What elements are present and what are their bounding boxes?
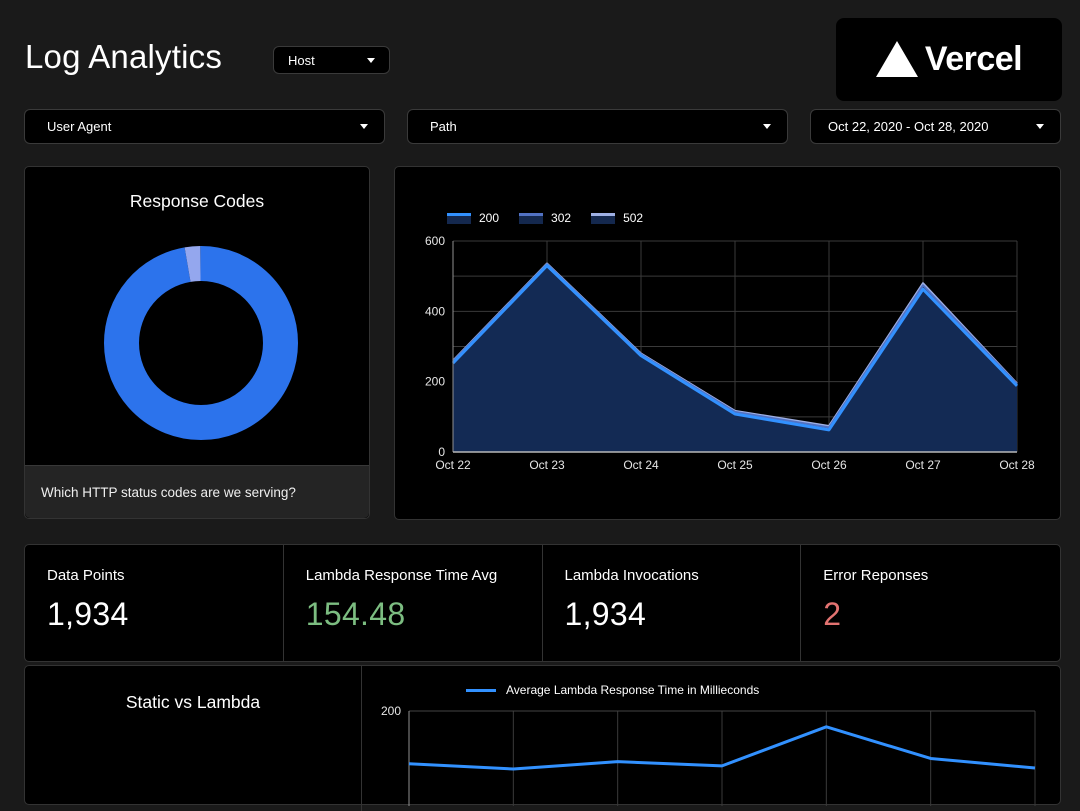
stat-data-points: Data Points 1,934 — [25, 545, 284, 661]
legend-label: 302 — [551, 211, 571, 225]
status-codes-legend: 200 302 502 — [447, 211, 663, 225]
svg-text:400: 400 — [425, 304, 445, 318]
svg-text:Oct 23: Oct 23 — [529, 458, 565, 472]
svg-text:Oct 27: Oct 27 — [905, 458, 941, 472]
vercel-logo[interactable]: Vercel — [836, 18, 1062, 101]
stat-lambda-response-time-avg: Lambda Response Time Avg 154.48 — [284, 545, 543, 661]
legend-item-302[interactable]: 302 — [519, 211, 571, 225]
stats-row: Data Points 1,934 Lambda Response Time A… — [24, 544, 1061, 662]
svg-text:0: 0 — [438, 445, 445, 459]
chevron-down-icon — [1036, 124, 1044, 129]
page-title: Log Analytics — [25, 38, 222, 76]
stat-label: Data Points — [47, 567, 261, 584]
stat-value: 1,934 — [565, 596, 779, 633]
stat-value: 1,934 — [47, 596, 261, 633]
stat-lambda-invocations: Lambda Invocations 1,934 — [543, 545, 802, 661]
chevron-down-icon — [367, 58, 375, 63]
user-agent-dropdown-label: User Agent — [47, 119, 111, 134]
avg-lambda-response-card: 200 Average Lambda Response Time in Mill… — [362, 666, 1062, 811]
svg-text:Oct 26: Oct 26 — [811, 458, 847, 472]
stat-label: Lambda Invocations — [565, 567, 779, 584]
chevron-down-icon — [763, 124, 771, 129]
stat-label: Lambda Response Time Avg — [306, 567, 520, 584]
date-range-dropdown[interactable]: Oct 22, 2020 - Oct 28, 2020 — [810, 109, 1061, 144]
legend-swatch-icon — [519, 213, 543, 224]
response-codes-title: Response Codes — [25, 191, 369, 212]
svg-text:600: 600 — [425, 234, 445, 248]
vercel-triangle-icon — [876, 41, 918, 77]
avg-lambda-legend-label: Average Lambda Response Time in Millieco… — [506, 683, 759, 697]
svg-text:Oct 28: Oct 28 — [999, 458, 1035, 472]
response-codes-card: Response Codes Which HTTP status codes a… — [24, 166, 370, 519]
legend-line-icon — [466, 689, 496, 692]
date-range-label: Oct 22, 2020 - Oct 28, 2020 — [828, 119, 988, 134]
stat-value: 154.48 — [306, 596, 520, 633]
host-dropdown-label: Host — [288, 53, 315, 68]
svg-text:Oct 25: Oct 25 — [717, 458, 753, 472]
response-codes-donut-chart — [25, 167, 371, 472]
svg-text:Oct 22: Oct 22 — [435, 458, 471, 472]
svg-text:200: 200 — [425, 375, 445, 389]
stat-value: 2 — [823, 596, 1038, 633]
legend-item-502[interactable]: 502 — [591, 211, 643, 225]
path-dropdown[interactable]: Path — [407, 109, 788, 144]
vercel-wordmark: Vercel — [925, 40, 1022, 79]
host-dropdown[interactable]: Host — [273, 46, 390, 74]
chevron-down-icon — [360, 124, 368, 129]
path-dropdown-label: Path — [430, 119, 457, 134]
legend-swatch-icon — [591, 213, 615, 224]
svg-text:200: 200 — [381, 704, 401, 718]
legend-label: 502 — [623, 211, 643, 225]
response-codes-footer-text: Which HTTP status codes are we serving? — [41, 485, 296, 500]
avg-lambda-legend[interactable]: Average Lambda Response Time in Millieco… — [466, 683, 759, 697]
user-agent-dropdown[interactable]: User Agent — [24, 109, 385, 144]
legend-swatch-icon — [447, 213, 471, 224]
legend-item-200[interactable]: 200 — [447, 211, 499, 225]
status-codes-chart-card: 0 200 400 600 Oct 22 Oct 23 Oct 24 Oct 25 Oct 26… — [394, 166, 1061, 520]
static-vs-lambda-card: Static vs Lambda — [25, 666, 362, 811]
svg-text:Oct 24: Oct 24 — [623, 458, 659, 472]
stat-label: Error Reponses — [823, 567, 1038, 584]
response-codes-footer: Which HTTP status codes are we serving? — [25, 465, 369, 518]
bottom-row: Static vs Lambda 200 Average Lambda Resp… — [24, 665, 1061, 805]
static-vs-lambda-title: Static vs Lambda — [25, 692, 361, 713]
stat-error-responses: Error Reponses 2 — [801, 545, 1060, 661]
legend-label: 200 — [479, 211, 499, 225]
